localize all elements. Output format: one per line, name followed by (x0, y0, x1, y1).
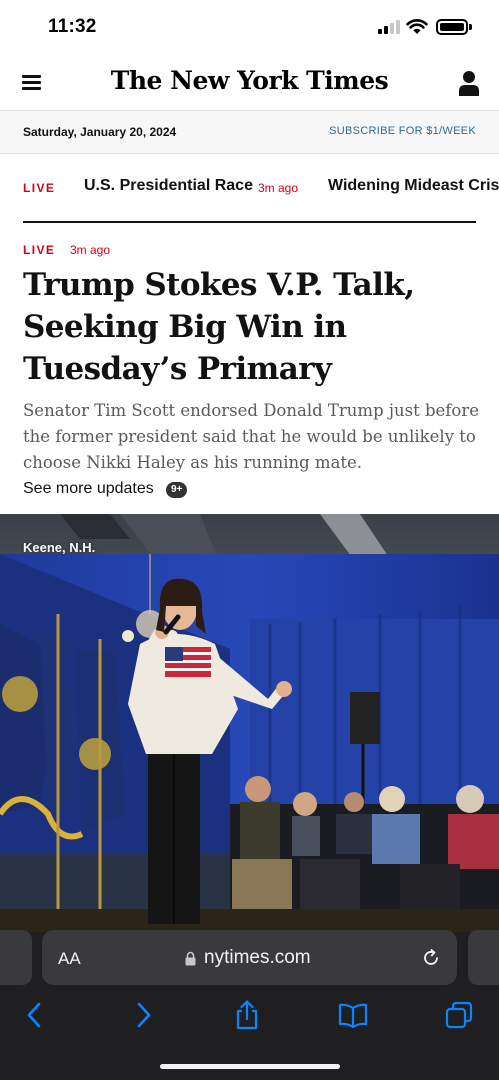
battery-icon (436, 19, 468, 35)
battery-tip (469, 24, 472, 30)
story-live-label: LIVE (23, 243, 56, 257)
ticker-divider (23, 221, 476, 223)
story-headline[interactable]: Trump Stokes V.P. Talk, Seeking Big Win … (23, 264, 483, 390)
story-timestamp: 3m ago (70, 243, 111, 257)
date-text: Saturday, January 20, 2024 (23, 125, 177, 139)
live-ticker: LIVE U.S. Presidential Race 3m ago Widen… (0, 154, 499, 220)
ticker-item-mideast-crisis[interactable]: Widening Mideast Crisis (328, 177, 499, 195)
reader-aa-button[interactable]: AA (58, 949, 81, 969)
tabs-icon[interactable] (444, 1000, 474, 1030)
next-tab-peek[interactable] (468, 930, 499, 985)
share-icon[interactable] (232, 1000, 262, 1030)
wifi-icon (406, 19, 428, 34)
story-summary: Senator Tim Scott endorsed Donald Trump … (23, 401, 479, 472)
user-icon[interactable] (458, 70, 480, 96)
masthead: The New York Times (0, 56, 499, 110)
aa-label: AA (58, 949, 81, 968)
lock-icon (185, 951, 196, 966)
see-more-updates-link[interactable]: See more updates (23, 480, 154, 498)
cellular-signal-icon (378, 20, 400, 34)
date-bar: Saturday, January 20, 2024 SUBSCRIBE FOR… (0, 111, 499, 153)
reload-icon[interactable] (421, 948, 441, 968)
ticker-item-time: 3m ago (258, 181, 299, 195)
home-indicator[interactable] (160, 1064, 340, 1069)
previous-tab-peek[interactable] (0, 930, 32, 985)
ticker-item-presidential-race[interactable]: U.S. Presidential Race (84, 177, 253, 195)
status-bar: 11:32 (0, 0, 499, 56)
story-photo[interactable]: Keene, N.H. (0, 514, 499, 934)
status-time: 11:32 (48, 16, 97, 37)
url-text[interactable]: nytimes.com (204, 947, 311, 969)
subscribe-link[interactable]: SUBSCRIBE FOR $1/WEEK (329, 125, 476, 137)
back-icon[interactable] (20, 1000, 50, 1030)
photo-dateline: Keene, N.H. (23, 540, 96, 555)
nyt-logo[interactable]: The New York Times (0, 66, 499, 95)
forward-icon[interactable] (128, 1000, 158, 1030)
photo-illustration (0, 514, 499, 934)
updates-count-badge: 9+ (166, 482, 188, 498)
bookmarks-icon[interactable] (338, 1000, 368, 1030)
ticker-live-label: LIVE (23, 181, 56, 195)
